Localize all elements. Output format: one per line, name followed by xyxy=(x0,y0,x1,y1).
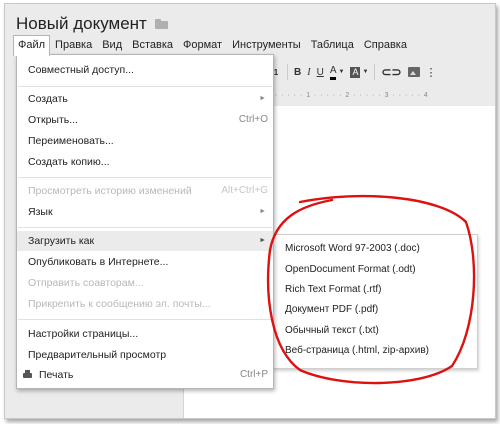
menu-item-label: Опубликовать в Интернете... xyxy=(28,256,169,268)
toolbar-divider xyxy=(287,64,288,80)
printer-icon xyxy=(23,370,32,379)
menu-item-download-as[interactable]: Загрузить как ► xyxy=(17,231,273,251)
file-menu: Совместный доступ... Создать ► Открыть..… xyxy=(16,54,274,389)
download-txt-option[interactable]: Обычный текст (.txt) xyxy=(285,322,379,340)
menu-item-revision-history: Просмотреть историю изменений Alt+Ctrl+G xyxy=(17,181,273,201)
title-row: Новый документ xyxy=(16,12,168,36)
download-as-submenu: Microsoft Word 97-2003 (.doc) OpenDocume… xyxy=(273,234,478,369)
menu-edit[interactable]: Правка xyxy=(50,35,97,55)
formatting-toolbar: 11 B I U A ▼ A ▼ ⊂⊃ ⋮ xyxy=(267,61,495,83)
image-icon[interactable] xyxy=(407,67,420,77)
menu-item-label: Язык xyxy=(28,206,53,218)
text-color-button[interactable]: A xyxy=(329,65,337,80)
menu-item-label: Предварительный просмотр xyxy=(28,349,167,361)
menu-item-label: Переименовать... xyxy=(28,135,114,147)
text-color-dropdown-icon[interactable]: ▼ xyxy=(338,63,344,81)
menu-item-publish[interactable]: Опубликовать в Интернете... xyxy=(17,252,273,272)
menu-item-print-preview[interactable]: Предварительный просмотр xyxy=(17,345,273,365)
ruler: 1 · · · · · 1 · · · · · 2 · · · · · 3 · … xyxy=(267,92,429,99)
menu-item-open[interactable]: Открыть... Ctrl+O xyxy=(17,110,273,130)
menu-item-label: Совместный доступ... xyxy=(28,64,134,76)
submenu-arrow-icon: ► xyxy=(259,208,266,215)
highlight-color-button[interactable]: A xyxy=(350,66,361,78)
menu-item-label: Создать xyxy=(28,93,68,105)
more-icon[interactable]: ⋮ xyxy=(426,63,437,81)
menu-item-label: Создать копию... xyxy=(28,156,110,168)
shortcut-label: Ctrl+P xyxy=(239,369,268,380)
download-odt-option[interactable]: OpenDocument Format (.odt) xyxy=(285,261,416,279)
menu-item-rename[interactable]: Переименовать... xyxy=(17,131,273,151)
download-doc-option[interactable]: Microsoft Word 97-2003 (.doc) xyxy=(285,240,420,258)
menu-table[interactable]: Таблица xyxy=(306,35,359,55)
italic-button[interactable]: I xyxy=(307,63,310,81)
app-window: Новый документ Файл Правка Вид Вставка Ф… xyxy=(4,3,496,419)
download-rtf-option[interactable]: Rich Text Format (.rtf) xyxy=(285,281,382,299)
menubar: Файл Правка Вид Вставка Формат Инструмен… xyxy=(13,34,412,56)
menu-item-email-collaborators: Отправить соавторам... xyxy=(17,273,273,293)
menu-file[interactable]: Файл xyxy=(13,34,51,56)
menu-view[interactable]: Вид xyxy=(97,35,127,55)
highlight-dropdown-icon[interactable]: ▼ xyxy=(362,63,368,81)
download-html-option[interactable]: Веб-страница (.html, zip-архив) xyxy=(285,342,429,360)
bold-button[interactable]: B xyxy=(294,63,301,81)
submenu-arrow-icon: ► xyxy=(259,237,266,244)
submenu-arrow-icon: ► xyxy=(259,95,266,102)
menu-divider xyxy=(18,177,272,178)
menu-format[interactable]: Формат xyxy=(178,35,227,55)
underline-button[interactable]: U xyxy=(317,63,324,81)
shortcut-label: Ctrl+O xyxy=(238,114,268,125)
toolbar-divider xyxy=(374,64,376,80)
menu-item-page-setup[interactable]: Настройки страницы... xyxy=(17,324,273,344)
link-icon[interactable]: ⊂⊃ xyxy=(381,63,401,81)
document-title[interactable]: Новый документ xyxy=(16,14,147,34)
shortcut-label: Alt+Ctrl+G xyxy=(221,185,268,196)
menu-insert[interactable]: Вставка xyxy=(127,35,178,55)
menu-item-share[interactable]: Совместный доступ... xyxy=(17,60,273,80)
download-pdf-option[interactable]: Документ PDF (.pdf) xyxy=(285,301,378,319)
menu-divider xyxy=(18,227,272,228)
menu-divider xyxy=(18,86,272,87)
menu-help[interactable]: Справка xyxy=(359,35,412,55)
menu-item-label: Отправить соавторам... xyxy=(28,277,144,289)
folder-icon[interactable] xyxy=(154,19,168,29)
menu-item-make-copy[interactable]: Создать копию... xyxy=(17,152,273,172)
menu-item-label: Прикрепить к сообщению эл. почты... xyxy=(28,298,211,310)
menu-item-label: Открыть... xyxy=(28,114,78,126)
menu-divider xyxy=(18,319,272,320)
menu-item-label: Настройки страницы... xyxy=(28,328,139,340)
menu-item-email-attachment: Прикрепить к сообщению эл. почты... xyxy=(17,294,273,314)
menu-tools[interactable]: Инструменты xyxy=(227,35,306,55)
menu-item-language[interactable]: Язык ► xyxy=(17,202,273,222)
menu-item-label: Печать xyxy=(39,369,74,381)
menu-item-create[interactable]: Создать ► xyxy=(17,89,273,109)
menu-item-print[interactable]: Печать Ctrl+P xyxy=(17,365,273,385)
menu-item-label: Просмотреть историю изменений xyxy=(28,185,192,197)
menu-item-label: Загрузить как xyxy=(28,235,95,247)
